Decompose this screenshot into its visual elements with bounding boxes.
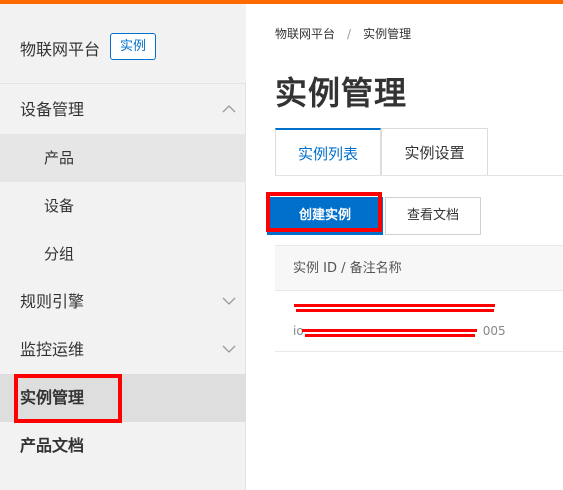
breadcrumb: 物联网平台 / 实例管理 bbox=[275, 25, 411, 42]
sidebar-item-instance-management[interactable]: 实例管理 bbox=[0, 374, 246, 422]
view-docs-button[interactable]: 查看文档 bbox=[385, 197, 481, 235]
sidebar-item-product-docs[interactable]: 产品文档 bbox=[0, 422, 246, 470]
chevron-up-icon bbox=[222, 103, 236, 115]
redaction-scribble bbox=[294, 304, 495, 307]
sidebar-item-label: 实例管理 bbox=[20, 388, 85, 407]
tab-instance-settings[interactable]: 实例设置 bbox=[381, 128, 488, 176]
sidebar-item-product[interactable]: 产品 bbox=[0, 134, 246, 182]
sidebar-item-group[interactable]: 分组 bbox=[0, 230, 246, 278]
main-content: 物联网平台 / 实例管理 实例管理 实例列表 实例设置 创建实例 查看文档 实例 I… bbox=[247, 4, 563, 490]
sidebar-item-device[interactable]: 设备 bbox=[0, 182, 246, 230]
tab-divider bbox=[275, 175, 563, 176]
sidebar-item-label: 设备管理 bbox=[20, 100, 85, 119]
table-row[interactable]: io 005 bbox=[275, 291, 563, 352]
table-header: 实例 ID / 备注名称 bbox=[275, 245, 563, 291]
sidebar-item-monitoring[interactable]: 监控运维 bbox=[0, 326, 246, 374]
redaction-scribble bbox=[296, 309, 494, 312]
instance-tag[interactable]: 实例 bbox=[110, 33, 157, 60]
sidebar-brand: 物联网平台 实例 bbox=[0, 4, 246, 84]
sidebar-item-label: 监控运维 bbox=[20, 340, 85, 359]
breadcrumb-separator: / bbox=[347, 27, 352, 41]
sidebar-item-label: 分组 bbox=[44, 245, 75, 263]
sidebar-item-label: 规则引擎 bbox=[20, 292, 85, 311]
sidebar-item-device-management[interactable]: 设备管理 bbox=[0, 86, 246, 134]
redaction-scribble bbox=[302, 329, 477, 332]
sidebar-item-label: 设备 bbox=[44, 197, 75, 215]
tab-instance-list[interactable]: 实例列表 bbox=[275, 128, 381, 176]
create-instance-button[interactable]: 创建实例 bbox=[267, 197, 383, 235]
sidebar-item-label: 产品 bbox=[44, 149, 75, 167]
page-title: 实例管理 bbox=[275, 74, 408, 112]
sidebar-item-label: 产品文档 bbox=[20, 436, 85, 455]
breadcrumb-root[interactable]: 物联网平台 bbox=[275, 27, 335, 41]
instance-id-suffix: 005 bbox=[482, 324, 506, 338]
chevron-down-icon bbox=[222, 295, 236, 307]
sidebar-item-rule-engine[interactable]: 规则引擎 bbox=[0, 278, 246, 326]
breadcrumb-current: 实例管理 bbox=[363, 27, 412, 41]
sidebar: 物联网平台 实例 设备管理 产品 设备 分组 规则引擎 监控运维 实例管理 产品… bbox=[0, 4, 246, 490]
redaction-scribble bbox=[305, 334, 475, 337]
brand-title: 物联网平台 bbox=[20, 40, 101, 59]
chevron-down-icon bbox=[222, 343, 236, 355]
